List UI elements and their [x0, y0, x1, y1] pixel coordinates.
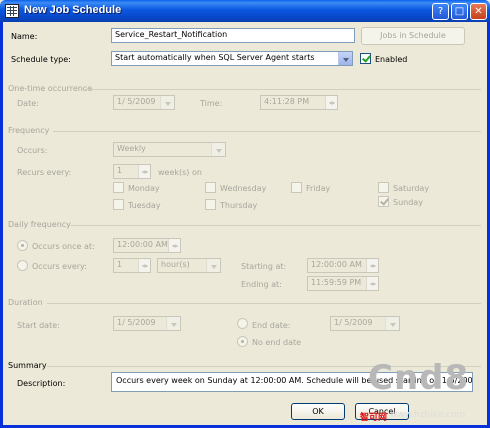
ending-at-value: 11:59:59 PM [311, 278, 362, 287]
end-date-label: End date: [252, 321, 291, 330]
divider [71, 225, 481, 226]
occurs-every-unit-value: hour(s) [161, 260, 190, 269]
dialog-window: New Job Schedule ? □ ✕ Name: Service_Res… [0, 0, 490, 428]
date-picker[interactable]: 1/ 5/2009 [113, 95, 175, 110]
ok-button[interactable]: OK [291, 403, 345, 420]
divider [85, 89, 481, 90]
occurs-every-stepper[interactable]: 1 [113, 258, 151, 273]
wednesday-label: Wednesday [220, 184, 267, 193]
spinner-icon[interactable] [366, 259, 378, 272]
thursday-label: Thursday [220, 201, 258, 210]
recurs-unit-label: week(s) on [158, 168, 202, 177]
schedule-type-label: Schedule type: [11, 55, 71, 64]
time-label: Time: [200, 99, 223, 108]
end-date-value: 1/ 5/2009 [334, 318, 373, 327]
description-label: Description: [17, 379, 66, 388]
help-button[interactable]: ? [432, 3, 449, 20]
schedule-type-value: Start automatically when SQL Server Agen… [115, 53, 315, 62]
name-input[interactable]: Service_Restart_Notification [111, 28, 355, 43]
monday-label: Monday [128, 184, 160, 193]
title-bar[interactable]: New Job Schedule ? □ ✕ [0, 0, 490, 22]
summary-section-label: Summary [8, 361, 47, 370]
daily-frequency-section-label: Daily frequency [8, 220, 71, 229]
starting-at-value: 12:00:00 AM [311, 260, 362, 269]
window-title: New Job Schedule [24, 4, 122, 16]
chevron-down-icon[interactable] [338, 52, 352, 65]
recurs-every-label: Recurs every: [17, 168, 72, 177]
start-date-label: Start date: [17, 321, 60, 330]
enabled-label: Enabled [375, 55, 408, 64]
time-picker[interactable]: 4:11:28 PM [260, 95, 338, 110]
date-label: Date: [17, 99, 39, 108]
spinner-icon[interactable] [325, 96, 337, 109]
time-value: 4:11:28 PM [264, 97, 310, 106]
date-value: 1/ 5/2009 [117, 97, 156, 106]
schedule-type-select[interactable]: Start automatically when SQL Server Agen… [111, 51, 353, 66]
occurs-once-time[interactable]: 12:00:00 AM [113, 238, 181, 253]
sunday-label: Sunday [393, 198, 423, 207]
recurs-every-stepper[interactable]: 1 [113, 164, 151, 179]
friday-checkbox[interactable] [291, 182, 302, 193]
close-button[interactable]: ✕ [470, 3, 487, 20]
chevron-down-icon[interactable] [206, 259, 220, 272]
occurs-every-value: 1 [117, 260, 123, 269]
recurs-every-value: 1 [117, 166, 123, 175]
watermark-brand: Cnd8 [368, 358, 470, 398]
watermark-logo: Cnd8 智可网 www.hzhike.com [360, 358, 490, 428]
no-end-date-radio[interactable] [237, 336, 248, 347]
maximize-button[interactable]: □ [451, 3, 468, 20]
starting-at-time[interactable]: 12:00:00 AM [307, 258, 379, 273]
starting-at-label: Starting at: [241, 262, 287, 271]
ending-at-time[interactable]: 11:59:59 PM [307, 276, 379, 291]
occurs-select[interactable]: Weekly [113, 142, 226, 157]
chevron-down-icon[interactable] [166, 317, 180, 330]
name-label: Name: [11, 32, 38, 41]
friday-label: Friday [306, 184, 331, 193]
start-date-picker[interactable]: 1/ 5/2009 [113, 316, 181, 331]
divider [47, 303, 481, 304]
saturday-checkbox[interactable] [378, 182, 389, 193]
occurs-every-label: Occurs every: [32, 262, 87, 271]
enabled-checkbox[interactable] [360, 53, 371, 64]
chevron-down-icon[interactable] [385, 317, 399, 330]
chevron-down-icon[interactable] [160, 96, 174, 109]
occurs-once-radio[interactable] [17, 240, 28, 251]
duration-section-label: Duration [8, 298, 43, 307]
table-icon [5, 4, 19, 18]
divider [53, 131, 481, 132]
end-date-radio[interactable] [237, 318, 248, 329]
thursday-checkbox[interactable] [205, 199, 216, 210]
no-end-date-label: No end date [252, 338, 302, 347]
end-date-picker[interactable]: 1/ 5/2009 [330, 316, 400, 331]
spinner-icon[interactable] [366, 277, 378, 290]
tuesday-checkbox[interactable] [113, 199, 124, 210]
watermark-site: www.hzhike.com [390, 410, 466, 420]
frequency-section-label: Frequency [8, 126, 50, 135]
wednesday-checkbox[interactable] [205, 182, 216, 193]
monday-checkbox[interactable] [113, 182, 124, 193]
occurs-once-label: Occurs once at: [32, 242, 95, 251]
spinner-icon[interactable] [168, 239, 180, 252]
one-time-section-label: One-time occurrence [8, 84, 93, 93]
occurs-value: Weekly [117, 144, 146, 153]
chevron-down-icon[interactable] [211, 143, 225, 156]
saturday-label: Saturday [393, 184, 430, 193]
spinner-icon[interactable] [138, 259, 150, 272]
spinner-icon[interactable] [138, 165, 150, 178]
occurs-every-radio[interactable] [17, 260, 28, 271]
ending-at-label: Ending at: [241, 280, 282, 289]
watermark-chinese: 智可网 [360, 413, 388, 423]
tuesday-label: Tuesday [128, 201, 161, 210]
jobs-in-schedule-button[interactable]: Jobs in Schedule [361, 27, 465, 45]
occurs-once-value: 12:00:00 AM [117, 240, 168, 249]
occurs-every-unit-select[interactable]: hour(s) [157, 258, 221, 273]
start-date-value: 1/ 5/2009 [117, 318, 156, 327]
occurs-label: Occurs: [17, 146, 48, 155]
sunday-checkbox[interactable] [378, 196, 389, 207]
